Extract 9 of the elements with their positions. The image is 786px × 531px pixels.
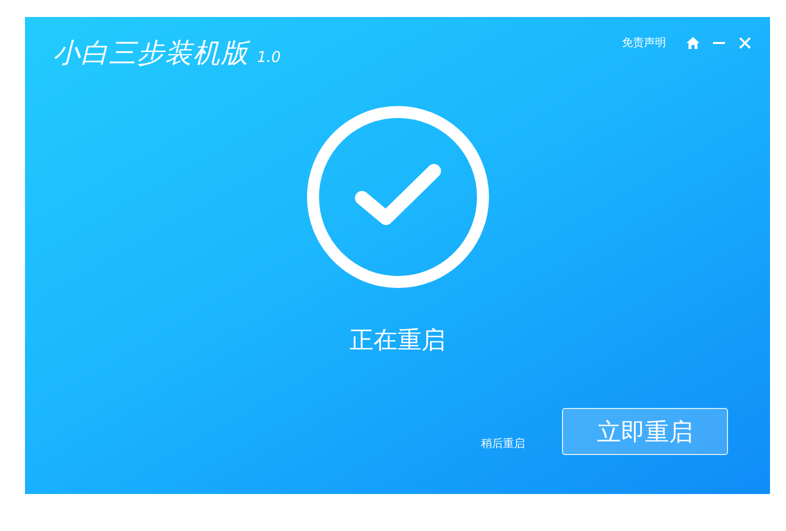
status-text: 正在重启 bbox=[350, 325, 446, 356]
home-icon[interactable] bbox=[686, 36, 700, 50]
restart-later-link[interactable]: 稍后重启 bbox=[481, 436, 525, 451]
window-title: 小白三步装机版 bbox=[53, 37, 249, 71]
restart-now-button[interactable]: 立即重启 bbox=[562, 408, 728, 455]
disclaimer-link[interactable]: 免责声明 bbox=[622, 35, 666, 50]
version-label: 1.0 bbox=[257, 48, 281, 66]
check-circle-icon bbox=[306, 106, 488, 288]
close-icon[interactable] bbox=[738, 36, 752, 50]
